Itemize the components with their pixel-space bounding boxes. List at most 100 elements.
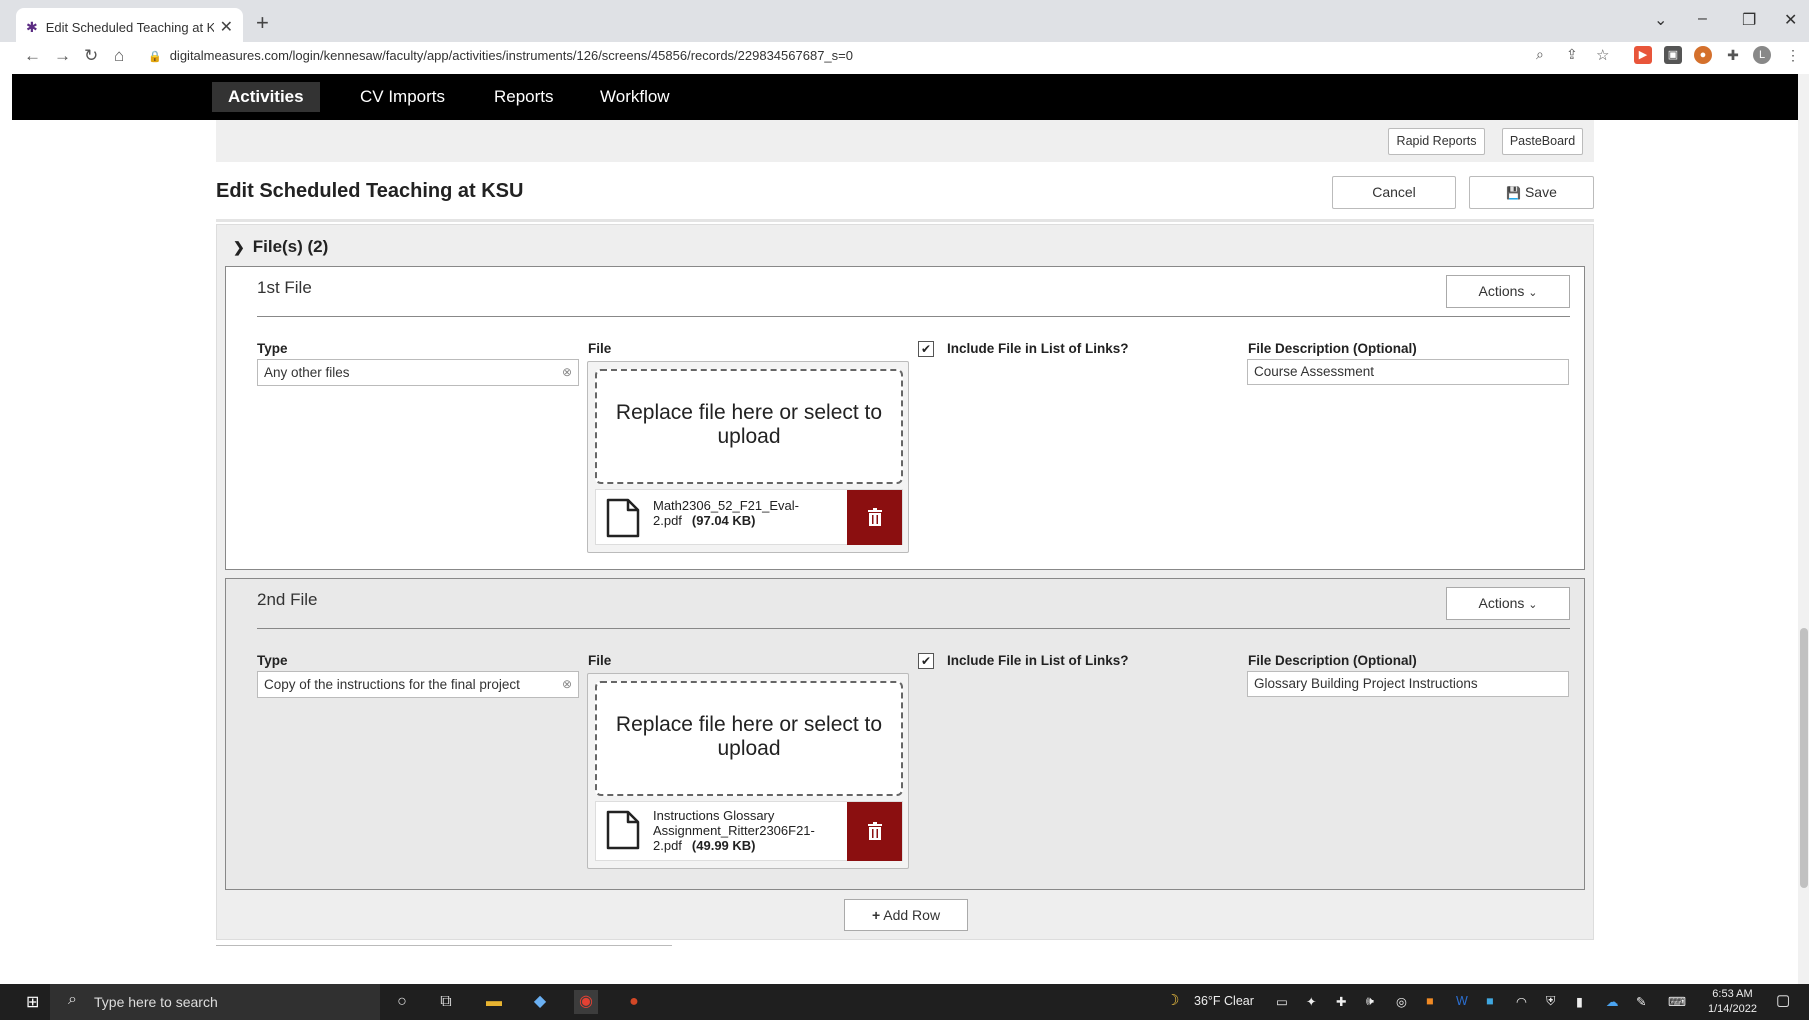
share-icon[interactable]: ⇪ xyxy=(1566,46,1578,63)
chevron-down-icon: ⌄ xyxy=(1528,287,1538,299)
file-label: File xyxy=(588,653,612,668)
word-tray-icon[interactable]: W xyxy=(1456,994,1468,1008)
pen-icon[interactable]: ✎ xyxy=(1636,994,1646,1009)
nav-activities[interactable]: Activities xyxy=(212,82,320,112)
battery-icon[interactable]: ▮ xyxy=(1576,994,1583,1009)
forward-icon[interactable]: → xyxy=(54,46,71,66)
type-value: Any other files xyxy=(264,365,350,380)
delete-file-button[interactable] xyxy=(847,490,902,545)
add-row-label: Add Row xyxy=(883,907,941,923)
type-select[interactable]: Copy of the instructions for the final p… xyxy=(257,671,579,698)
document-icon xyxy=(606,810,640,850)
minimize-button[interactable]: – xyxy=(1698,10,1707,28)
new-tab-button[interactable]: + xyxy=(256,10,269,36)
windows-start-icon[interactable]: ⊞ xyxy=(26,992,39,1012)
tray-icon[interactable]: ✚ xyxy=(1336,994,1346,1009)
file-description-input[interactable]: Glossary Building Project Instructions xyxy=(1247,671,1569,697)
type-select[interactable]: Any other files ⊗ xyxy=(257,359,579,386)
type-label: Type xyxy=(257,653,288,668)
file-row-2: 2nd File Actions ⌄ Type File ✔ Include F… xyxy=(225,578,1585,890)
close-window-button[interactable]: ✕ xyxy=(1784,10,1797,30)
profile-avatar[interactable]: L xyxy=(1753,46,1771,64)
chevron-down-icon: ⌄ xyxy=(1528,599,1538,611)
cancel-button[interactable]: Cancel xyxy=(1332,176,1456,209)
file-size: (49.99 KB) xyxy=(691,838,756,853)
weather-text[interactable]: 36°F Clear xyxy=(1194,994,1254,1008)
pasteboard-button[interactable]: PasteBoard xyxy=(1502,128,1583,155)
extension-icon[interactable]: ▶ xyxy=(1634,46,1652,64)
home-icon[interactable]: ⌂ xyxy=(114,46,124,66)
actions-dropdown[interactable]: Actions ⌄ xyxy=(1446,275,1570,308)
tab-search-chevron-icon[interactable]: ⌄ xyxy=(1654,10,1667,30)
file-dropzone[interactable]: Replace file here or select to upload xyxy=(595,681,903,796)
file-explorer-icon[interactable]: ▬ xyxy=(482,990,506,1014)
file-row-heading: 2nd File xyxy=(257,590,318,609)
keyboard-icon[interactable]: ⌨ xyxy=(1668,994,1686,1009)
extensions-puzzle-icon[interactable]: ✚ xyxy=(1724,46,1742,64)
taskbar-search[interactable]: ⌕ Type here to search xyxy=(50,984,380,1020)
clear-icon[interactable]: ⊗ xyxy=(562,360,572,385)
delete-file-button[interactable] xyxy=(847,802,902,861)
title-divider xyxy=(216,219,1594,222)
trash-icon xyxy=(867,822,882,840)
reload-icon[interactable]: ↻ xyxy=(84,46,98,66)
actions-dropdown[interactable]: Actions ⌄ xyxy=(1446,587,1570,620)
file-size: (97.04 KB) xyxy=(691,513,756,528)
restore-button[interactable]: ❐ xyxy=(1742,10,1756,30)
tray-icon[interactable]: ✦ xyxy=(1306,994,1316,1009)
app-icon[interactable]: ◆ xyxy=(528,990,552,1014)
shield-icon[interactable]: ⛨ xyxy=(1546,994,1555,1009)
file-description-input[interactable]: Course Assessment xyxy=(1247,359,1569,385)
files-section-toggle[interactable]: ❯ File(s) (2) xyxy=(233,237,328,257)
add-row-button[interactable]: + Add Row xyxy=(844,899,968,931)
scrollbar-thumb[interactable] xyxy=(1800,628,1808,888)
file-name[interactable]: Math2306_52_F21_Eval-2.pdf (97.04 KB) xyxy=(653,498,843,528)
tray-icon[interactable]: ◎ xyxy=(1396,994,1407,1009)
file-upload-box: Replace file here or select to upload In… xyxy=(587,673,909,869)
onedrive-icon[interactable]: ☁ xyxy=(1606,994,1619,1009)
extension-icon[interactable]: ▣ xyxy=(1664,46,1682,64)
browser-tab[interactable]: ✱ Edit Scheduled Teaching at KSU | ✕ xyxy=(16,8,243,46)
include-links-label: Include File in List of Links? xyxy=(947,341,1129,356)
browser-menu-icon[interactable]: ⋮ xyxy=(1784,46,1802,64)
taskbar-clock[interactable]: 6:53 AM 1/14/2022 xyxy=(1708,987,1757,1017)
wifi-icon[interactable]: ◠ xyxy=(1516,994,1527,1009)
cortana-icon[interactable]: ○ xyxy=(390,990,414,1014)
windows-taskbar: ⊞ ⌕ Type here to search ○ ⧉ ▬ ◆ ◉ ● ☽ 36… xyxy=(0,984,1809,1020)
type-value: Copy of the instructions for the final p… xyxy=(264,677,520,692)
taskbar-search-placeholder: Type here to search xyxy=(94,994,218,1010)
file-name[interactable]: Instructions Glossary Assignment_Ritter2… xyxy=(653,808,843,853)
nav-reports[interactable]: Reports xyxy=(478,82,570,112)
file-upload-box: Replace file here or select to upload Ma… xyxy=(587,361,909,553)
nav-cv-imports[interactable]: CV Imports xyxy=(344,82,461,112)
lock-icon: 🔒 xyxy=(148,51,162,63)
notifications-icon[interactable]: ▢ xyxy=(1776,991,1790,1009)
nav-workflow[interactable]: Workflow xyxy=(584,82,686,112)
page-title: Edit Scheduled Teaching at KSU xyxy=(216,180,524,202)
back-icon[interactable]: ← xyxy=(24,46,41,66)
file-description-label: File Description (Optional) xyxy=(1248,653,1417,668)
rapid-reports-button[interactable]: Rapid Reports xyxy=(1388,128,1485,155)
powerpoint-icon[interactable]: ● xyxy=(622,990,646,1014)
bookmark-star-icon[interactable]: ☆ xyxy=(1596,46,1609,64)
task-view-icon[interactable]: ⧉ xyxy=(434,990,458,1014)
uploaded-file-card: Instructions Glossary Assignment_Ritter2… xyxy=(595,801,903,861)
save-button[interactable]: 💾 Save xyxy=(1469,176,1594,209)
chrome-icon[interactable]: ◉ xyxy=(574,990,598,1014)
extension-icon[interactable]: ● xyxy=(1694,46,1712,64)
volume-icon[interactable]: 🕪 xyxy=(1366,994,1374,1009)
include-links-checkbox[interactable]: ✔ xyxy=(918,653,934,669)
tray-icon[interactable]: ■ xyxy=(1426,994,1434,1008)
clear-icon[interactable]: ⊗ xyxy=(562,672,572,697)
file-dropzone[interactable]: Replace file here or select to upload xyxy=(595,369,903,484)
zoom-icon[interactable]: ⌕ xyxy=(1536,46,1544,63)
tray-icon[interactable]: ■ xyxy=(1486,994,1494,1008)
app-nav-bar: Activities CV Imports Reports Workflow xyxy=(12,74,1798,120)
divider xyxy=(257,316,1570,317)
close-tab-icon[interactable]: ✕ xyxy=(220,17,233,37)
tray-icon[interactable]: ▭ xyxy=(1276,994,1288,1009)
url-field[interactable]: 🔒 digitalmeasures.com/login/kennesaw/facu… xyxy=(148,48,853,63)
clock-time: 6:53 AM xyxy=(1712,988,1753,1000)
include-links-checkbox[interactable]: ✔ xyxy=(918,341,934,357)
save-icon: 💾 xyxy=(1506,186,1522,200)
